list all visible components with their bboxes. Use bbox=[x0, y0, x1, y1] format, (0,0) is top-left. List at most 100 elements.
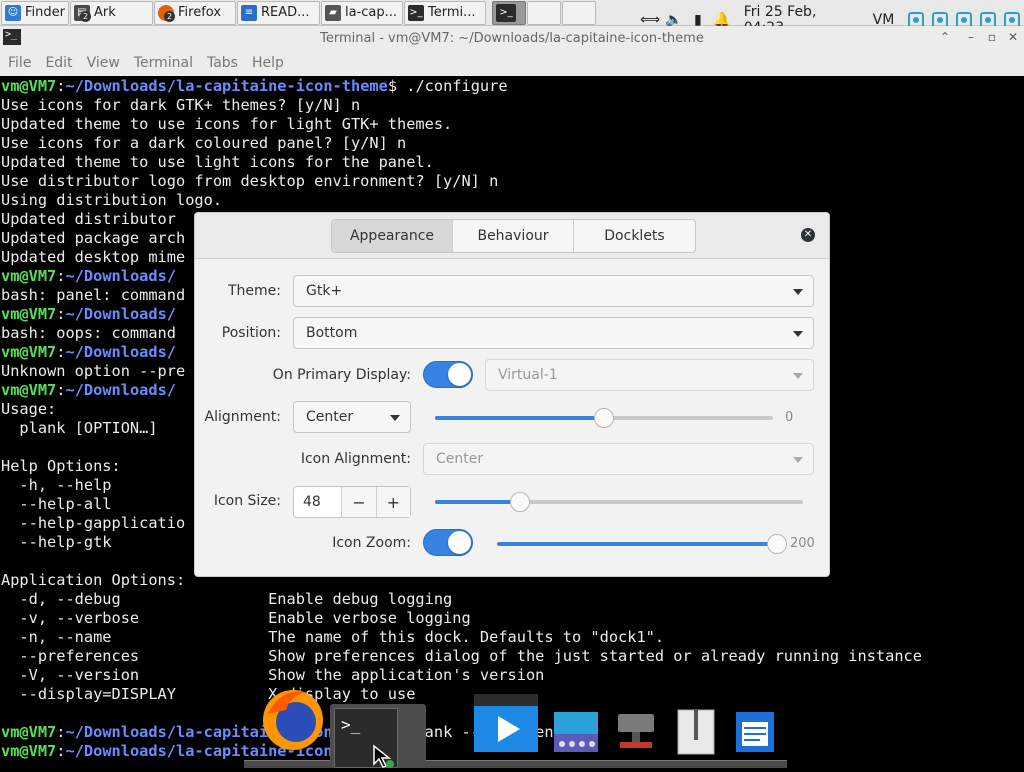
menu-edit[interactable]: Edit bbox=[45, 55, 72, 71]
document-icon: ≡ bbox=[241, 4, 257, 21]
primary-display-label: On Primary Display: bbox=[272, 367, 411, 383]
task-terminal[interactable]: >_ Termi... bbox=[404, 0, 486, 25]
maximize-icon[interactable]: ▫ bbox=[988, 30, 996, 44]
dock-network[interactable] bbox=[616, 712, 656, 752]
chevron-down-icon bbox=[793, 457, 803, 463]
alignment-select[interactable]: Center bbox=[293, 401, 411, 433]
tab-appearance[interactable]: Appearance bbox=[332, 220, 453, 252]
terminal-line: Use distributor logo from desktop enviro… bbox=[1, 172, 499, 190]
dock-firefox[interactable] bbox=[260, 684, 326, 750]
prompt-user: vm@VM7 bbox=[1, 723, 57, 741]
plank-preferences-dialog: Appearance Behaviour Docklets ✕ Theme: G… bbox=[194, 212, 830, 577]
minimize-icon[interactable]: – bbox=[968, 30, 974, 44]
icon-size-slider-handle[interactable] bbox=[509, 492, 530, 512]
icon-zoom-switch[interactable] bbox=[423, 529, 473, 556]
prompt-path: ~/Downloads/ bbox=[65, 343, 176, 361]
terminal-icon: >_ bbox=[408, 4, 424, 21]
icon-size-spinbutton[interactable]: 48 − + bbox=[293, 486, 411, 518]
firefox-icon bbox=[263, 690, 323, 750]
text-editor-icon bbox=[736, 712, 774, 752]
menu-view[interactable]: View bbox=[87, 55, 120, 71]
network-icon bbox=[618, 714, 654, 748]
chevron-down-icon bbox=[793, 331, 803, 337]
terminal-line: vm@VM7:~/Downloads/la-capitaine-icon-the… bbox=[1, 77, 508, 95]
dock-text-editor[interactable] bbox=[734, 710, 776, 754]
menu-file[interactable]: File bbox=[8, 55, 31, 71]
archive-icon bbox=[677, 709, 715, 755]
chevron-up-icon[interactable]: ⌃ bbox=[940, 30, 950, 44]
menu-tabs[interactable]: Tabs bbox=[207, 55, 238, 71]
prompt-path: ~/Downloads/ bbox=[65, 267, 176, 285]
theme-label: Theme: bbox=[227, 283, 281, 299]
task-ark[interactable]: ▤ 2 Ark bbox=[70, 0, 153, 25]
terminal-icon: >_ bbox=[496, 3, 516, 22]
prompt-path: ~/Downloads/ bbox=[65, 381, 176, 399]
terminal-line: Use icons for dark GTK+ themes? [y/N] n bbox=[1, 96, 361, 114]
prompt-user: vm@VM7 bbox=[1, 77, 57, 95]
offset-slider[interactable] bbox=[435, 408, 773, 428]
task-readme[interactable]: ≡ READ... bbox=[237, 0, 320, 25]
terminal-titlebar[interactable]: >_ Terminal - vm@VM7: ~/Downloads/la-cap… bbox=[0, 26, 1024, 50]
menu-terminal[interactable]: Terminal bbox=[134, 55, 193, 71]
folder-icon: ▰ bbox=[325, 4, 341, 21]
window-count-badge: 2 bbox=[164, 10, 175, 22]
icon-size-label: Icon Size: bbox=[213, 493, 281, 509]
increment-button[interactable]: + bbox=[375, 487, 410, 517]
task-label: Termi... bbox=[428, 5, 476, 20]
dock-archive[interactable] bbox=[676, 708, 716, 756]
task-label: Finder bbox=[25, 5, 65, 20]
icon-zoom-label: Icon Zoom: bbox=[332, 535, 411, 551]
zoom-slider[interactable] bbox=[497, 534, 787, 554]
position-value: Bottom bbox=[306, 325, 358, 341]
task-finder[interactable]: ☺ Finder bbox=[1, 0, 69, 25]
task-empty-slot[interactable] bbox=[527, 0, 561, 25]
primary-display-switch[interactable] bbox=[423, 361, 473, 388]
mouse-cursor-icon bbox=[372, 744, 396, 768]
task-firefox[interactable]: 2 Firefox bbox=[154, 0, 236, 25]
terminal-line: -v, --verbose Enable verbose logging bbox=[1, 609, 471, 627]
dialog-header: Appearance Behaviour Docklets ✕ bbox=[195, 213, 829, 259]
offset-slider-handle[interactable] bbox=[594, 408, 614, 428]
tab-behaviour[interactable]: Behaviour bbox=[453, 220, 574, 252]
zoom-slider-handle[interactable] bbox=[767, 534, 787, 554]
terminal-line: Use icons for a dark coloured panel? [y/… bbox=[1, 134, 407, 152]
icon-size-slider[interactable] bbox=[435, 492, 803, 512]
task-empty-slot[interactable] bbox=[562, 0, 596, 25]
icon-alignment-label: Icon Alignment: bbox=[300, 451, 411, 467]
close-icon[interactable]: ✕ bbox=[801, 228, 815, 242]
close-icon[interactable]: ✕ bbox=[1008, 30, 1018, 44]
prompt-user: vm@VM7 bbox=[1, 267, 57, 285]
icon-size-value[interactable]: 48 bbox=[294, 487, 341, 517]
chevron-down-icon bbox=[390, 415, 400, 421]
task-label: la-cap... bbox=[345, 5, 398, 20]
dock-drive[interactable] bbox=[554, 712, 598, 752]
icon-alignment-select: Center bbox=[423, 443, 814, 475]
terminal-menubar: File Edit View Terminal Tabs Help bbox=[0, 50, 1024, 76]
theme-select[interactable]: Gtk+ bbox=[293, 275, 814, 307]
task-folder[interactable]: ▰ la-cap... bbox=[321, 0, 403, 25]
decrement-button[interactable]: − bbox=[341, 487, 376, 517]
prompt-path: ~/Downloads/la-capitaine-icon-theme bbox=[65, 77, 388, 95]
zoom-value: 200 bbox=[790, 536, 815, 551]
terminal-line: -n, --name The name of this dock. Defaul… bbox=[1, 628, 665, 646]
monitor-value: Virtual-1 bbox=[498, 367, 558, 383]
tab-docklets[interactable]: Docklets bbox=[574, 220, 695, 252]
prompt-path: ~/Downloads/ bbox=[65, 305, 176, 323]
drive-icon bbox=[554, 712, 598, 752]
terminal-icon: >_ bbox=[3, 29, 21, 45]
menu-help[interactable]: Help bbox=[252, 55, 284, 71]
icon-size-slider-fill bbox=[435, 500, 520, 504]
terminal-line: -d, --debug Enable debug logging bbox=[1, 590, 453, 608]
position-select[interactable]: Bottom bbox=[293, 317, 814, 349]
dock-video-player[interactable] bbox=[472, 692, 540, 752]
window-title: Terminal - vm@VM7: ~/Downloads/la-capita… bbox=[320, 30, 704, 46]
terminal-line: Using distribution logo. bbox=[1, 191, 223, 209]
task-terminal-active[interactable]: >_ bbox=[492, 0, 526, 25]
top-panel: ☺ Finder ▤ 2 Ark 2 Firefox ≡ READ... ▰ l… bbox=[0, 0, 1024, 36]
offset-value: 0 bbox=[785, 410, 794, 425]
terminal-line: Updated theme to use light icons for the… bbox=[1, 153, 434, 171]
monitor-select: Virtual-1 bbox=[485, 359, 814, 391]
task-label: READ... bbox=[261, 5, 310, 20]
alignment-label: Alignment: bbox=[204, 409, 281, 425]
tab-bar: Appearance Behaviour Docklets bbox=[331, 219, 696, 253]
